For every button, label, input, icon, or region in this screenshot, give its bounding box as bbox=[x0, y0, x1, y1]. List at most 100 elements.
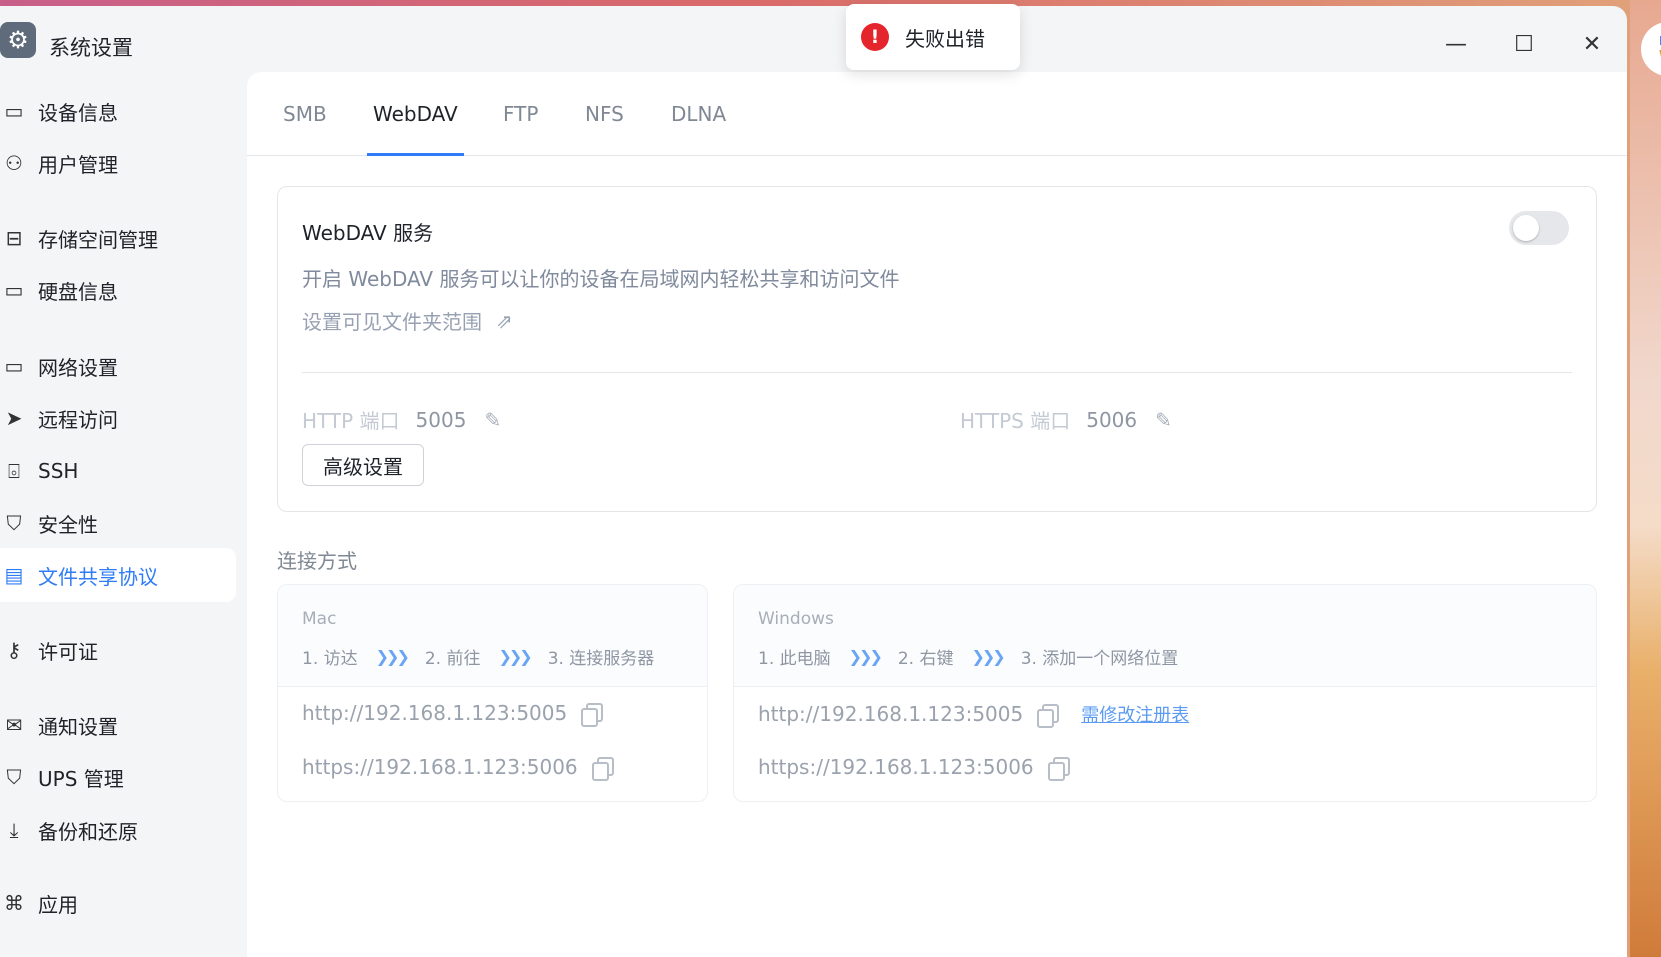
tab-dlna[interactable]: DLNA bbox=[665, 102, 732, 156]
mac-https-url: https://192.168.1.123:5006 bbox=[302, 755, 578, 779]
sidebar-item-ssh[interactable]: ⌻ SSH bbox=[0, 444, 236, 498]
sidebar-item-label: UPS 管理 bbox=[38, 766, 124, 791]
terminal-icon: ⌻ bbox=[8, 459, 20, 483]
copy-icon[interactable] bbox=[591, 757, 614, 781]
error-toast: ! 失败出错 bbox=[846, 4, 1020, 70]
visible-folders-label: 设置可见文件夹范围 bbox=[302, 310, 482, 334]
mac-step-1: 1. 访达 bbox=[302, 649, 358, 669]
tab-nfs[interactable]: NFS bbox=[579, 102, 630, 156]
external-link-icon: ⇗ bbox=[496, 308, 513, 333]
network-icon: ▭ bbox=[4, 354, 24, 378]
drive-icon: ▭ bbox=[4, 99, 24, 123]
chevrons-right-icon: ❯❯❯ bbox=[971, 647, 1005, 666]
windows-step-1: 1. 此电脑 bbox=[758, 649, 831, 669]
edit-http-port-icon[interactable]: ✎ bbox=[484, 408, 501, 432]
mac-https-url-row: https://192.168.1.123:5006 bbox=[302, 755, 614, 781]
chevrons-right-icon: ❯❯❯ bbox=[375, 647, 410, 666]
close-button[interactable]: ✕ bbox=[1570, 24, 1614, 64]
mac-steps: 1. 访达 ❯❯❯ 2. 前往 ❯❯❯ 3. 连接服务器 bbox=[302, 644, 654, 669]
sidebar: ▭ 设备信息 ⚇ 用户管理 ⊟ 存储空间管理 ▭ 硬盘信息 ▭ 网络设置 ➤ 远… bbox=[0, 72, 246, 957]
sidebar-item-disk-info[interactable]: ▭ 硬盘信息 bbox=[0, 263, 236, 317]
copy-icon[interactable] bbox=[1047, 757, 1070, 781]
apps-icon: ⌘ bbox=[4, 891, 24, 915]
shield-icon: ⛉ bbox=[6, 765, 22, 789]
mail-icon: ✉ bbox=[5, 713, 23, 737]
windows-http-url-row: http://192.168.1.123:5005 需修改注册表 bbox=[758, 701, 1189, 728]
copy-icon[interactable] bbox=[581, 703, 604, 727]
edit-https-port-icon[interactable]: ✎ bbox=[1155, 408, 1172, 432]
title-bar: ⚙ 系统设置 — ☐ ✕ bbox=[0, 6, 1627, 72]
sidebar-item-storage[interactable]: ⊟ 存储空间管理 bbox=[0, 211, 236, 265]
divider bbox=[302, 372, 1572, 373]
error-icon: ! bbox=[861, 23, 889, 51]
windows-https-url: https://192.168.1.123:5006 bbox=[758, 755, 1034, 779]
mac-http-url-row: http://192.168.1.123:5005 bbox=[302, 701, 604, 727]
sidebar-item-label: 远程访问 bbox=[38, 407, 118, 432]
maximize-button[interactable]: ☐ bbox=[1502, 24, 1546, 64]
http-port-value: 5005 bbox=[415, 407, 467, 432]
sidebar-item-apps[interactable]: ⌘ 应用 bbox=[0, 876, 236, 930]
download-tray-icon: ⤓ bbox=[9, 818, 19, 842]
mac-os-label: Mac bbox=[302, 609, 337, 629]
advanced-settings-button[interactable]: 高级设置 bbox=[302, 444, 424, 486]
copy-icon[interactable] bbox=[1037, 704, 1060, 728]
tab-ftp[interactable]: FTP bbox=[497, 102, 544, 156]
visible-folders-link[interactable]: 设置可见文件夹范围 ⇗ bbox=[302, 306, 513, 335]
sidebar-item-label: 备份和还原 bbox=[38, 819, 138, 844]
sidebar-item-device-info[interactable]: ▭ 设备信息 bbox=[0, 84, 236, 138]
sidebar-item-label: 设备信息 bbox=[38, 100, 118, 125]
shield-check-icon: ⛉ bbox=[6, 511, 22, 535]
windows-http-url: http://192.168.1.123:5005 bbox=[758, 702, 1024, 726]
storage-icon: ⊟ bbox=[5, 226, 23, 250]
main-content: SMB WebDAV FTP NFS DLNA WebDAV 服务 开启 Web… bbox=[247, 72, 1627, 957]
windows-step-3: 3. 添加一个网络位置 bbox=[1020, 649, 1179, 669]
key-icon: ⚷ bbox=[6, 638, 22, 662]
mac-step-2: 2. 前往 bbox=[424, 649, 481, 669]
chevrons-right-icon: ❯❯❯ bbox=[848, 647, 883, 666]
mac-connection-header: Mac 1. 访达 ❯❯❯ 2. 前往 ❯❯❯ 3. 连接服务器 bbox=[278, 585, 707, 687]
tab-webdav[interactable]: WebDAV bbox=[367, 102, 464, 156]
service-toggle[interactable] bbox=[1509, 211, 1569, 245]
service-title: WebDAV 服务 bbox=[302, 221, 434, 245]
mac-http-url: http://192.168.1.123:5005 bbox=[302, 701, 568, 725]
mac-step-3: 3. 连接服务器 bbox=[547, 649, 655, 669]
connection-section-title: 连接方式 bbox=[277, 549, 357, 573]
window-title: 系统设置 bbox=[49, 36, 133, 60]
sidebar-item-user-management[interactable]: ⚇ 用户管理 bbox=[0, 136, 236, 190]
windows-connection-header: Windows 1. 此电脑 ❯❯❯ 2. 右键 ❯❯❯ 3. 添加一个网络位置 bbox=[734, 585, 1596, 687]
sidebar-item-label: 通知设置 bbox=[38, 714, 118, 739]
chevrons-right-icon: ❯❯❯ bbox=[498, 647, 532, 666]
sidebar-item-security[interactable]: ⛉ 安全性 bbox=[0, 496, 236, 550]
sidebar-item-file-sharing[interactable]: ▤ 文件共享协议 bbox=[0, 548, 236, 602]
sidebar-item-label: 许可证 bbox=[38, 639, 98, 664]
sidebar-item-label: 文件共享协议 bbox=[38, 564, 158, 589]
sidebar-item-network[interactable]: ▭ 网络设置 bbox=[0, 339, 236, 393]
sidebar-item-backup[interactable]: ⤓ 备份和还原 bbox=[0, 803, 236, 857]
windows-step-2: 2. 右键 bbox=[897, 649, 954, 669]
sidebar-item-label: 硬盘信息 bbox=[38, 279, 118, 304]
https-port-value: 5006 bbox=[1086, 407, 1138, 432]
minimize-button[interactable]: — bbox=[1434, 24, 1478, 64]
sidebar-item-label: 网络设置 bbox=[38, 355, 118, 380]
windows-steps: 1. 此电脑 ❯❯❯ 2. 右键 ❯❯❯ 3. 添加一个网络位置 bbox=[758, 644, 1178, 669]
protocol-tabs: SMB WebDAV FTP NFS DLNA bbox=[247, 72, 1627, 156]
registry-link[interactable]: 需修改注册表 bbox=[1081, 701, 1189, 727]
toast-message: 失败出错 bbox=[905, 26, 985, 51]
sidebar-item-ups[interactable]: ⛉ UPS 管理 bbox=[0, 750, 236, 804]
tab-smb[interactable]: SMB bbox=[277, 102, 333, 156]
sidebar-item-remote-access[interactable]: ➤ 远程访问 bbox=[0, 391, 236, 445]
https-port-label: HTTPS 端口 bbox=[960, 409, 1071, 433]
send-icon: ➤ bbox=[5, 406, 23, 430]
service-description: 开启 WebDAV 服务可以让你的设备在局域网内轻松共享和访问文件 bbox=[302, 267, 900, 291]
sidebar-item-notifications[interactable]: ✉ 通知设置 bbox=[0, 698, 236, 752]
sidebar-item-label: 用户管理 bbox=[38, 152, 118, 177]
sidebar-item-label: 存储空间管理 bbox=[38, 227, 158, 252]
https-port-row: HTTPS 端口 5006 ✎ bbox=[960, 405, 1172, 434]
toggle-knob bbox=[1513, 215, 1539, 241]
windows-os-label: Windows bbox=[758, 609, 834, 629]
sidebar-item-license[interactable]: ⚷ 许可证 bbox=[0, 623, 236, 677]
user-gear-icon: ⚇ bbox=[5, 151, 23, 175]
disk-icon: ▭ bbox=[4, 278, 24, 302]
windows-https-url-row: https://192.168.1.123:5006 bbox=[758, 755, 1070, 781]
settings-window: ⚙ 系统设置 — ☐ ✕ ▭ 设备信息 ⚇ 用户管理 ⊟ 存储空间管理 ▭ 硬盘… bbox=[0, 6, 1627, 957]
